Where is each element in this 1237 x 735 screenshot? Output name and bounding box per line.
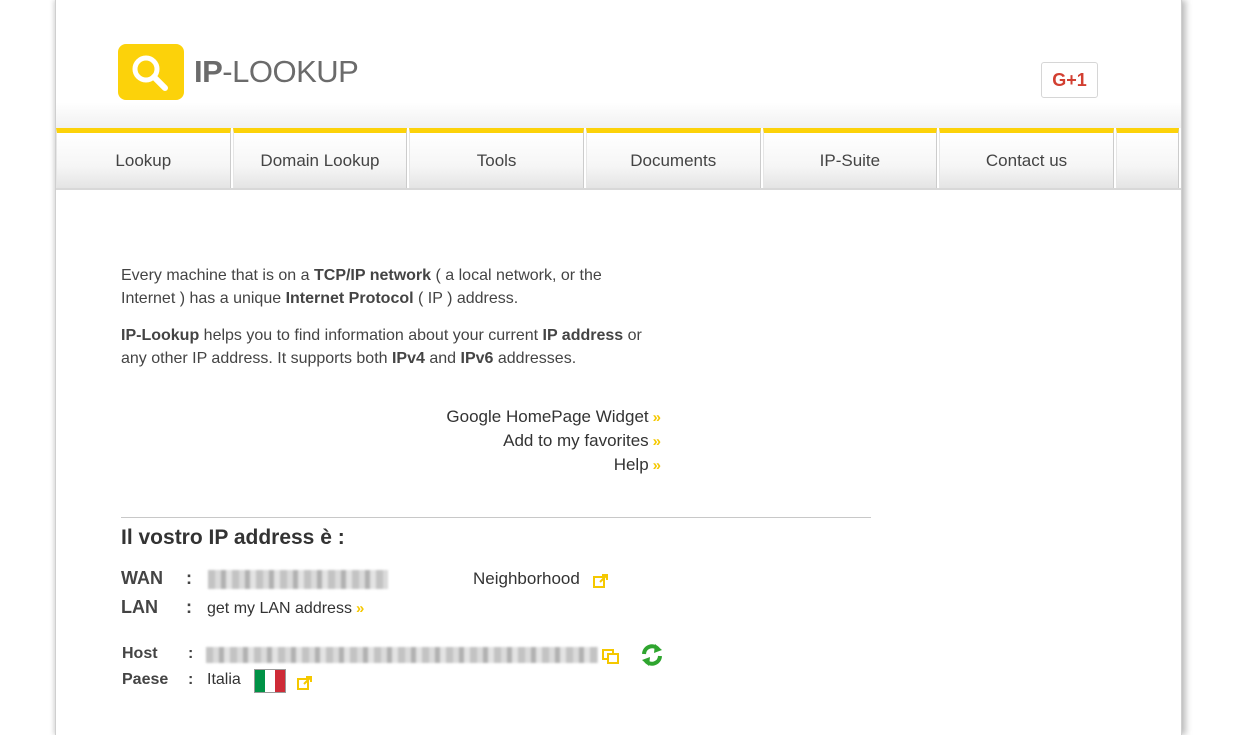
section-divider [121, 517, 871, 518]
site-logo[interactable]: IP-LOOKUP [118, 44, 359, 100]
refresh-icon[interactable] [640, 643, 664, 667]
quick-links: Google HomePage Widget» Add to my favori… [361, 405, 661, 477]
nav-tab-contact-us[interactable]: Contact us [939, 128, 1114, 188]
intro-paragraph-2: IP-Lookup helps you to find information … [121, 327, 642, 367]
neighborhood-link[interactable]: Neighborhood [473, 569, 580, 589]
intro-text: Every machine that is on a TCP/IP networ… [121, 264, 651, 384]
host-colon: : [188, 645, 194, 662]
intro-paragraph-1: Every machine that is on a TCP/IP networ… [121, 267, 602, 307]
google-plus-one-button[interactable]: G+1 [1041, 62, 1098, 98]
wan-colon: : [186, 568, 192, 588]
external-link-icon[interactable] [593, 573, 609, 589]
italy-flag-icon [254, 669, 286, 693]
nav-tab-overflow[interactable] [1115, 128, 1179, 188]
nav-tab-domain-lookup[interactable]: Domain Lookup [232, 128, 408, 188]
page-container: IP-LOOKUP G+1 Lookup Domain Lookup Tools… [55, 0, 1182, 735]
add-favorites-link[interactable]: Add to my favorites» [361, 429, 661, 453]
ip-section-title: Il vostro IP address è : [121, 526, 345, 549]
lan-label: LAN [121, 597, 158, 617]
external-link-icon[interactable] [297, 675, 313, 691]
nav-tab-documents[interactable]: Documents [585, 128, 761, 188]
host-value-redacted [206, 647, 598, 663]
host-label: Host [122, 645, 158, 662]
wan-ip-value-redacted [208, 570, 388, 589]
chevron-right-icon: » [652, 433, 661, 450]
site-header: IP-LOOKUP G+1 [56, 0, 1181, 128]
nav-tab-tools[interactable]: Tools [409, 128, 584, 188]
copy-icon[interactable] [602, 648, 620, 664]
main-nav: Lookup Domain Lookup Tools Documents IP-… [56, 128, 1181, 190]
chevron-right-icon: » [652, 409, 661, 426]
help-link[interactable]: Help» [361, 453, 661, 477]
country-colon: : [188, 671, 194, 688]
country-value: Italia [207, 671, 241, 688]
logo-text: IP-LOOKUP [194, 54, 359, 89]
google-widget-link[interactable]: Google HomePage Widget» [361, 405, 661, 429]
lan-colon: : [186, 597, 192, 617]
get-lan-address-link[interactable]: get my LAN address» [207, 600, 364, 618]
magnifier-logo-icon [118, 44, 184, 100]
nav-tab-lookup[interactable]: Lookup [56, 128, 231, 188]
country-label: Paese [122, 671, 169, 688]
wan-label: WAN [121, 568, 163, 588]
chevron-right-icon: » [355, 600, 365, 617]
chevron-right-icon: » [652, 457, 661, 474]
nav-tab-ip-suite[interactable]: IP-Suite [762, 128, 938, 188]
